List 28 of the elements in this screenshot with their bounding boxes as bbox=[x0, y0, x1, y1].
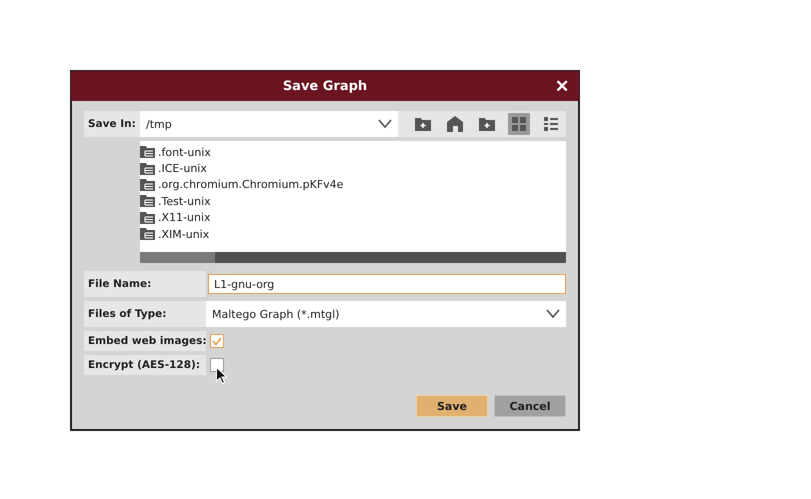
file-type-dropdown[interactable]: Maltego Graph (*.mtgl) bbox=[206, 301, 566, 327]
file-name-label: File Name: bbox=[84, 271, 206, 297]
file-item[interactable]: .org.chromium.Chromium.pKFv4e bbox=[158, 178, 344, 192]
file-name-field[interactable]: L1-gnu-org bbox=[208, 274, 566, 294]
option-label: Embed web images: bbox=[84, 331, 206, 351]
chevron-icon bbox=[378, 119, 392, 129]
file-item[interactable]: .X11-unix bbox=[158, 211, 211, 224]
cancel-button[interactable]: Cancel bbox=[494, 395, 566, 417]
file-item[interactable]: .Test-unix bbox=[158, 194, 211, 208]
checkbox[interactable] bbox=[210, 334, 224, 348]
file-item[interactable]: .ICE-unix bbox=[158, 162, 207, 176]
grid-view-icon bbox=[511, 116, 527, 132]
save-in-label: Save In: bbox=[84, 111, 140, 137]
save-in-dropdown[interactable]: /tmp bbox=[140, 111, 398, 137]
scrollbar[interactable] bbox=[140, 252, 566, 263]
chevron-icon bbox=[546, 309, 560, 319]
file-item[interactable]: .font-unix bbox=[158, 146, 211, 159]
window-title: Save Graph bbox=[282, 78, 368, 94]
option-label: Encrypt (AES-128): bbox=[84, 355, 206, 375]
cursor-icon bbox=[216, 367, 227, 384]
file-item[interactable]: .XIM-unix bbox=[158, 228, 210, 241]
home-button[interactable] bbox=[444, 113, 466, 135]
list-view-icon bbox=[543, 116, 559, 132]
close-button[interactable]: ✕ bbox=[555, 76, 569, 97]
file-type-label: Files of Type: bbox=[84, 301, 206, 327]
save-button[interactable]: Save bbox=[416, 395, 488, 417]
view-toggle[interactable] bbox=[508, 113, 530, 135]
checkbox[interactable] bbox=[210, 358, 224, 372]
